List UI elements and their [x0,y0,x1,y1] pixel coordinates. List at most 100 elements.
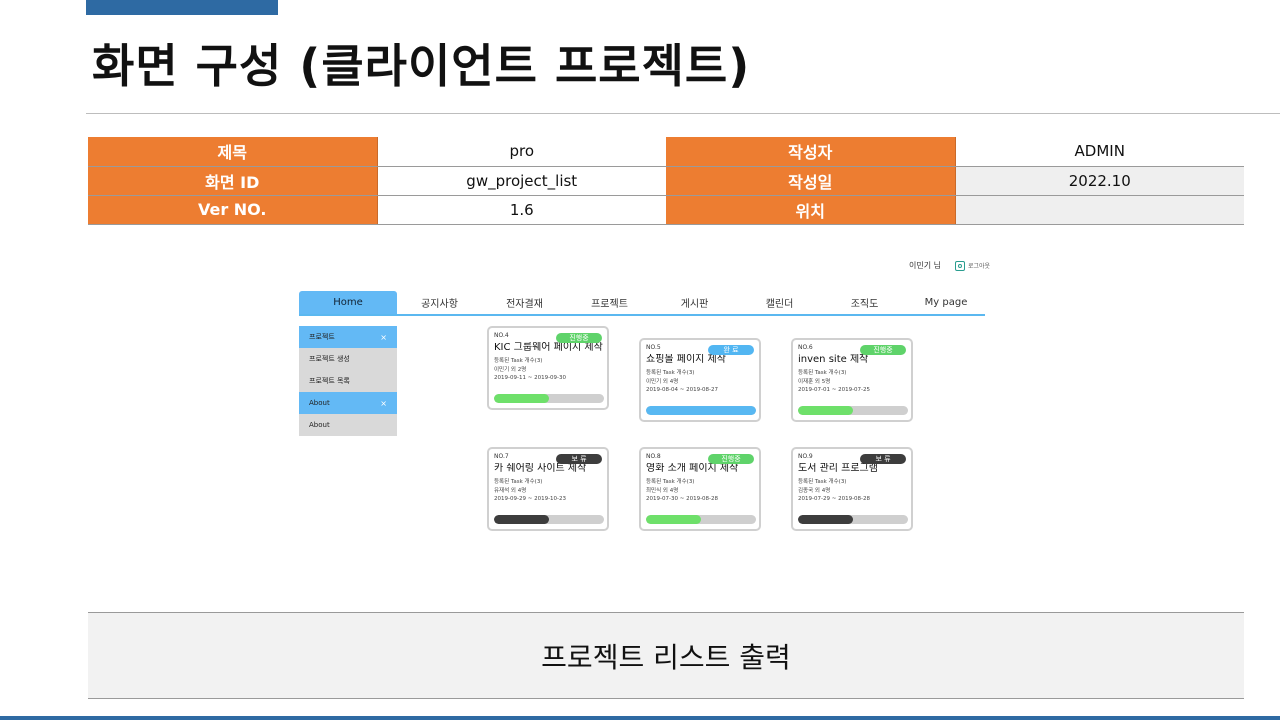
user-area: 이민기 님 로그아웃 [909,260,990,271]
sidebar-item-label: About [309,421,330,429]
info-label-author: 작성자 [666,137,956,167]
card-meta: 등록된 Task 개수(3) 이재훈 외 5명 2019-07-01 ~ 201… [798,369,907,395]
top-accent-bar [86,0,278,15]
logout-link[interactable]: 로그아웃 [954,260,991,271]
card-meta: 등록된 Task 개수(3) 최민식 외 4명 2019-07-30 ~ 201… [646,478,755,504]
card-period: 2019-09-11 ~ 2019-09-30 [494,375,567,381]
sidebar-item-label: 프로젝트 생성 [309,355,350,363]
bottom-accent-bar [0,716,1280,720]
nav-approval[interactable]: 전자결재 [482,291,567,314]
progress-bar [646,515,756,524]
nav-notice[interactable]: 공지사항 [397,291,482,314]
project-card[interactable]: NO.9 보 류 도서 관리 프로그램 등록된 Task 개수(3) 김종국 외… [791,447,913,531]
nav-organization[interactable]: 조직도 [822,291,907,314]
status-badge: 완 료 [708,345,754,355]
sidebar-item-project-list[interactable]: 프로젝트 목록 [299,370,397,392]
card-task-count: 등록된 Task 개수(3) [494,479,543,485]
card-members: 이재훈 외 5명 [798,378,831,385]
project-card[interactable]: NO.7 보 류 카 쉐어링 사이트 제작 등록된 Task 개수(3) 유재석… [487,447,609,531]
sidebar-item-label: 프로젝트 목록 [309,377,350,385]
nav-home[interactable]: Home [299,291,397,314]
project-card[interactable]: NO.4 진행중 KIC 그룹웨어 페이지 제작 등록된 Task 개수(3) … [487,326,609,410]
info-label-location: 위치 [666,195,956,225]
status-badge: 보 류 [556,454,602,464]
project-card[interactable]: NO.5 완 료 쇼핑몰 페이지 제작 등록된 Task 개수(3) 이민기 외… [639,338,761,422]
card-task-count: 등록된 Task 개수(3) [798,479,847,485]
info-label-screen-id: 화면 ID [88,166,378,196]
info-row: Ver NO. 1.6 위치 [88,195,1244,225]
card-members: 유재석 외 4명 [494,487,527,494]
sidebar-group-about[interactable]: About × [299,392,397,414]
card-members: 이민기 외 4명 [646,378,679,385]
progress-fill [494,394,549,403]
project-card[interactable]: NO.6 진행중 inven site 제작 등록된 Task 개수(3) 이재… [791,338,913,422]
info-value-author: ADMIN [955,137,1244,167]
info-label-title: 제목 [88,137,378,167]
progress-fill [646,406,756,415]
title-divider [86,113,1280,114]
screen-description: 프로젝트 리스트 출력 [88,612,1244,699]
screen-info-table: 제목 pro 작성자 ADMIN 화면 ID gw_project_list 작… [88,137,1244,225]
progress-fill [798,406,853,415]
card-meta: 등록된 Task 개수(3) 유재석 외 4명 2019-09-29 ~ 201… [494,478,603,504]
card-task-count: 등록된 Task 개수(3) [798,370,847,376]
progress-bar [494,394,604,403]
info-value-title: pro [377,137,666,167]
card-title: 카 쉐어링 사이트 제작 [494,463,587,474]
card-meta: 등록된 Task 개수(3) 이민기 외 2명 2019-09-11 ~ 201… [494,357,603,383]
logout-label: 로그아웃 [967,263,991,270]
card-meta: 등록된 Task 개수(3) 이민기 외 4명 2019-08-04 ~ 201… [646,369,755,395]
sidebar-menu: 프로젝트 × 프로젝트 생성 프로젝트 목록 About × About [299,326,397,436]
logout-icon [954,260,965,271]
progress-bar [646,406,756,415]
info-value-date: 2022.10 [955,166,1244,196]
card-period: 2019-07-30 ~ 2019-08-28 [646,496,719,502]
card-title: KIC 그룹웨어 페이지 제작 [494,342,603,353]
progress-fill [646,515,701,524]
card-period: 2019-07-01 ~ 2019-07-25 [798,387,871,393]
progress-bar [798,515,908,524]
status-badge: 진행중 [860,345,906,355]
progress-fill [494,515,549,524]
sidebar-group-project[interactable]: 프로젝트 × [299,326,397,348]
nav-board[interactable]: 게시판 [652,291,737,314]
info-label-version: Ver NO. [88,195,378,225]
progress-bar [494,515,604,524]
user-name: 이민기 님 [909,261,941,270]
card-title: 쇼핑몰 페이지 제작 [646,354,726,365]
card-period: 2019-09-29 ~ 2019-10-23 [494,496,567,502]
nav-project[interactable]: 프로젝트 [567,291,652,314]
status-badge: 진행중 [556,333,602,343]
progress-bar [798,406,908,415]
sidebar-item-about[interactable]: About [299,414,397,436]
card-members: 이민기 외 2명 [494,366,527,373]
nav-mypage[interactable]: My page [907,291,985,314]
card-members: 김종국 외 4명 [798,487,831,494]
info-value-version: 1.6 [377,195,666,225]
sidebar-item-label: About [309,399,330,407]
card-task-count: 등록된 Task 개수(3) [646,479,695,485]
screen-mockup: 이민기 님 로그아웃 Home 공지사항 전자결재 프로젝트 게시판 캘린더 조… [299,252,990,542]
info-row: 화면 ID gw_project_list 작성일 2022.10 [88,166,1244,196]
close-icon[interactable]: × [380,333,387,342]
nav-calendar[interactable]: 캘린더 [737,291,822,314]
card-title: 도서 관리 프로그램 [798,463,878,474]
card-period: 2019-07-29 ~ 2019-08-28 [798,496,871,502]
slide-title: 화면 구성 (클라이언트 프로젝트) [92,39,751,93]
sidebar-item-create-project[interactable]: 프로젝트 생성 [299,348,397,370]
status-badge: 보 류 [860,454,906,464]
card-members: 최민식 외 4명 [646,487,679,494]
card-title: inven site 제작 [798,354,869,365]
project-card[interactable]: NO.8 진행중 영화 소개 페이지 제작 등록된 Task 개수(3) 최민식… [639,447,761,531]
main-nav: Home 공지사항 전자결재 프로젝트 게시판 캘린더 조직도 My page [299,291,985,316]
info-value-location [955,195,1244,225]
card-task-count: 등록된 Task 개수(3) [646,370,695,376]
card-title: 영화 소개 페이지 제작 [646,463,739,474]
status-badge: 진행중 [708,454,754,464]
progress-fill [798,515,853,524]
card-task-count: 등록된 Task 개수(3) [494,358,543,364]
close-icon[interactable]: × [380,399,387,408]
sidebar-item-label: 프로젝트 [309,333,335,341]
card-period: 2019-08-04 ~ 2019-08-27 [646,387,719,393]
info-value-screen-id: gw_project_list [377,166,666,196]
